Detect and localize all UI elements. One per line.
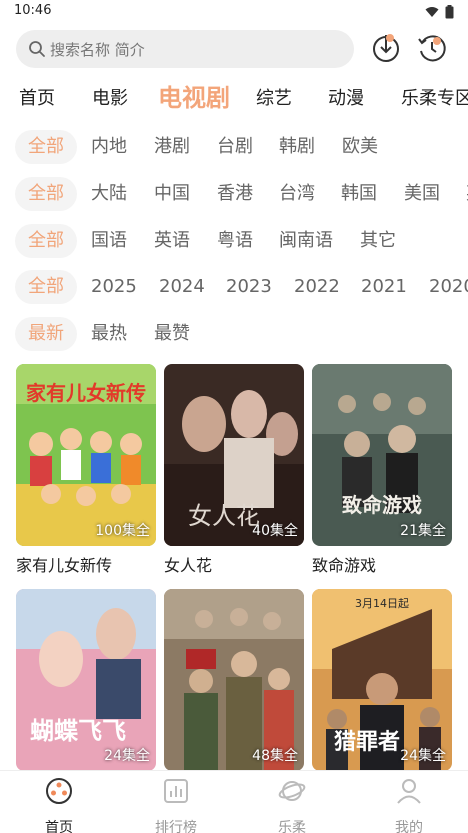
filter-row-language: 全部 国语 英语 粤语 闽南语 其它: [0, 224, 468, 260]
poster-title-text: 猎罪者: [334, 730, 400, 755]
ranking-chart-icon: [164, 779, 188, 803]
filter-chip[interactable]: 韩国: [341, 177, 377, 211]
status-icons: [425, 5, 454, 19]
status-bar: 10:46: [0, 0, 468, 22]
filter-row-sort: 最新 最热 最赞: [0, 317, 468, 353]
episode-count: 40集全: [252, 523, 298, 539]
filter-chip[interactable]: 国语: [91, 224, 127, 258]
filter-chip[interactable]: 美国: [404, 177, 440, 211]
tab-variety[interactable]: 综艺: [256, 84, 292, 110]
tab-anime[interactable]: 动漫: [328, 84, 364, 110]
search-placeholder: 搜索名称 简介: [50, 40, 145, 59]
filter-chip[interactable]: 闽南语: [279, 224, 333, 258]
filter-chip[interactable]: 全部: [15, 130, 77, 164]
planet-icon: [278, 781, 306, 801]
search-row: 搜索名称 简介: [0, 28, 468, 70]
bottom-nav-lerou[interactable]: 乐柔: [262, 777, 322, 833]
poster-date-text: 3月14日起: [355, 597, 409, 610]
show-card[interactable]: 蝴蝶飞飞 24集全: [16, 589, 156, 777]
episode-count: 48集全: [252, 748, 298, 764]
filter-chip[interactable]: 2025: [91, 270, 137, 304]
search-input[interactable]: 搜索名称 简介: [16, 30, 354, 68]
search-icon: [29, 41, 45, 57]
filter-chip[interactable]: 内地: [91, 130, 127, 164]
show-poster[interactable]: 致命游戏 21集全: [312, 364, 452, 546]
battery-icon: [445, 5, 454, 19]
filter-chip[interactable]: 其它: [360, 224, 396, 258]
bottom-nav-label: 我的: [395, 820, 423, 833]
film-reel-icon: [46, 778, 72, 804]
show-title[interactable]: 家有儿女新传: [16, 552, 156, 576]
filter-chip[interactable]: 最热: [91, 317, 127, 351]
filter-chip[interactable]: 2022: [294, 270, 340, 304]
show-card[interactable]: 48集全: [164, 589, 304, 777]
filter-chip[interactable]: 2021: [361, 270, 407, 304]
bottom-nav-home[interactable]: 首页: [29, 777, 89, 833]
filter-chip[interactable]: 港剧: [154, 130, 190, 164]
show-card[interactable]: 3月14日起 猎罪者 24集全: [312, 589, 452, 777]
bottom-nav-label: 排行榜: [155, 820, 197, 833]
episode-count: 21集全: [400, 523, 446, 539]
filter-chip[interactable]: 全部: [15, 177, 77, 211]
category-nav: 首页 电影 电视剧 综艺 动漫 乐柔专区: [0, 76, 468, 116]
tab-movies[interactable]: 电影: [92, 84, 128, 110]
filter-chip[interactable]: 英语: [154, 224, 190, 258]
show-card[interactable]: 致命游戏 21集全 致命游戏: [312, 364, 452, 576]
filter-chip[interactable]: 香港: [217, 177, 253, 211]
show-poster[interactable]: 3月14日起 猎罪者 24集全: [312, 589, 452, 771]
filter-chip[interactable]: 台剧: [217, 130, 253, 164]
poster-title-text: 致命游戏: [342, 493, 422, 517]
bottom-nav-label: 乐柔: [278, 820, 306, 833]
bottom-nav-label: 首页: [45, 820, 73, 833]
filter-chip[interactable]: 全部: [15, 270, 77, 304]
episode-count: 24集全: [104, 748, 150, 764]
filter-chip[interactable]: 中国: [154, 177, 190, 211]
show-title[interactable]: 女人花: [164, 552, 304, 576]
show-card[interactable]: 家有儿女新传 100集全 家有儿女新传: [16, 364, 156, 576]
filter-chip[interactable]: 台湾: [279, 177, 315, 211]
bottom-nav-profile[interactable]: 我的: [379, 777, 439, 833]
history-icon[interactable]: [416, 32, 448, 64]
filter-chip[interactable]: 大陆: [91, 177, 127, 211]
show-poster[interactable]: 48集全: [164, 589, 304, 771]
filter-chip[interactable]: 韩剧: [279, 130, 315, 164]
bottom-nav: 首页 排行榜 乐柔 我的: [0, 770, 468, 833]
tab-tv-series[interactable]: 电视剧: [158, 78, 230, 113]
episode-count: 24集全: [400, 748, 446, 764]
filter-chip[interactable]: 2023: [226, 270, 272, 304]
status-time: 10:46: [14, 3, 52, 18]
filter-row-year: 全部 2025 2024 2023 2022 2021 2020: [0, 270, 468, 306]
download-icon[interactable]: [370, 32, 402, 64]
filter-chip[interactable]: 欧美: [342, 130, 378, 164]
show-poster[interactable]: 蝴蝶飞飞 24集全: [16, 589, 156, 771]
bottom-nav-ranking[interactable]: 排行榜: [146, 777, 206, 833]
poster-title-text: 家有儿女新传: [26, 381, 146, 405]
tab-home[interactable]: 首页: [19, 84, 55, 110]
show-title[interactable]: 致命游戏: [312, 552, 452, 576]
tab-lerou-zone[interactable]: 乐柔专区: [401, 84, 468, 110]
poster-title-text: 女人花: [188, 502, 260, 530]
show-poster[interactable]: 女人花 40集全: [164, 364, 304, 546]
filter-chip[interactable]: 2020: [429, 270, 468, 304]
filter-chip[interactable]: 最新: [15, 317, 77, 351]
user-icon: [397, 779, 421, 804]
poster-title-text: 蝴蝶飞飞: [30, 717, 126, 745]
episode-count: 100集全: [95, 523, 150, 539]
filter-row-category: 全部 内地 港剧 台剧 韩剧 欧美: [0, 130, 468, 166]
filter-chip[interactable]: 粤语: [217, 224, 253, 258]
filter-row-region: 全部 大陆 中国 香港 台湾 韩国 美国 英国: [0, 177, 468, 213]
wifi-icon: [425, 7, 439, 17]
show-card[interactable]: 女人花 40集全 女人花: [164, 364, 304, 576]
filter-chip[interactable]: 最赞: [154, 317, 190, 351]
filter-chip[interactable]: 全部: [15, 224, 77, 258]
show-poster[interactable]: 家有儿女新传 100集全: [16, 364, 156, 546]
filter-chip[interactable]: 2024: [159, 270, 205, 304]
